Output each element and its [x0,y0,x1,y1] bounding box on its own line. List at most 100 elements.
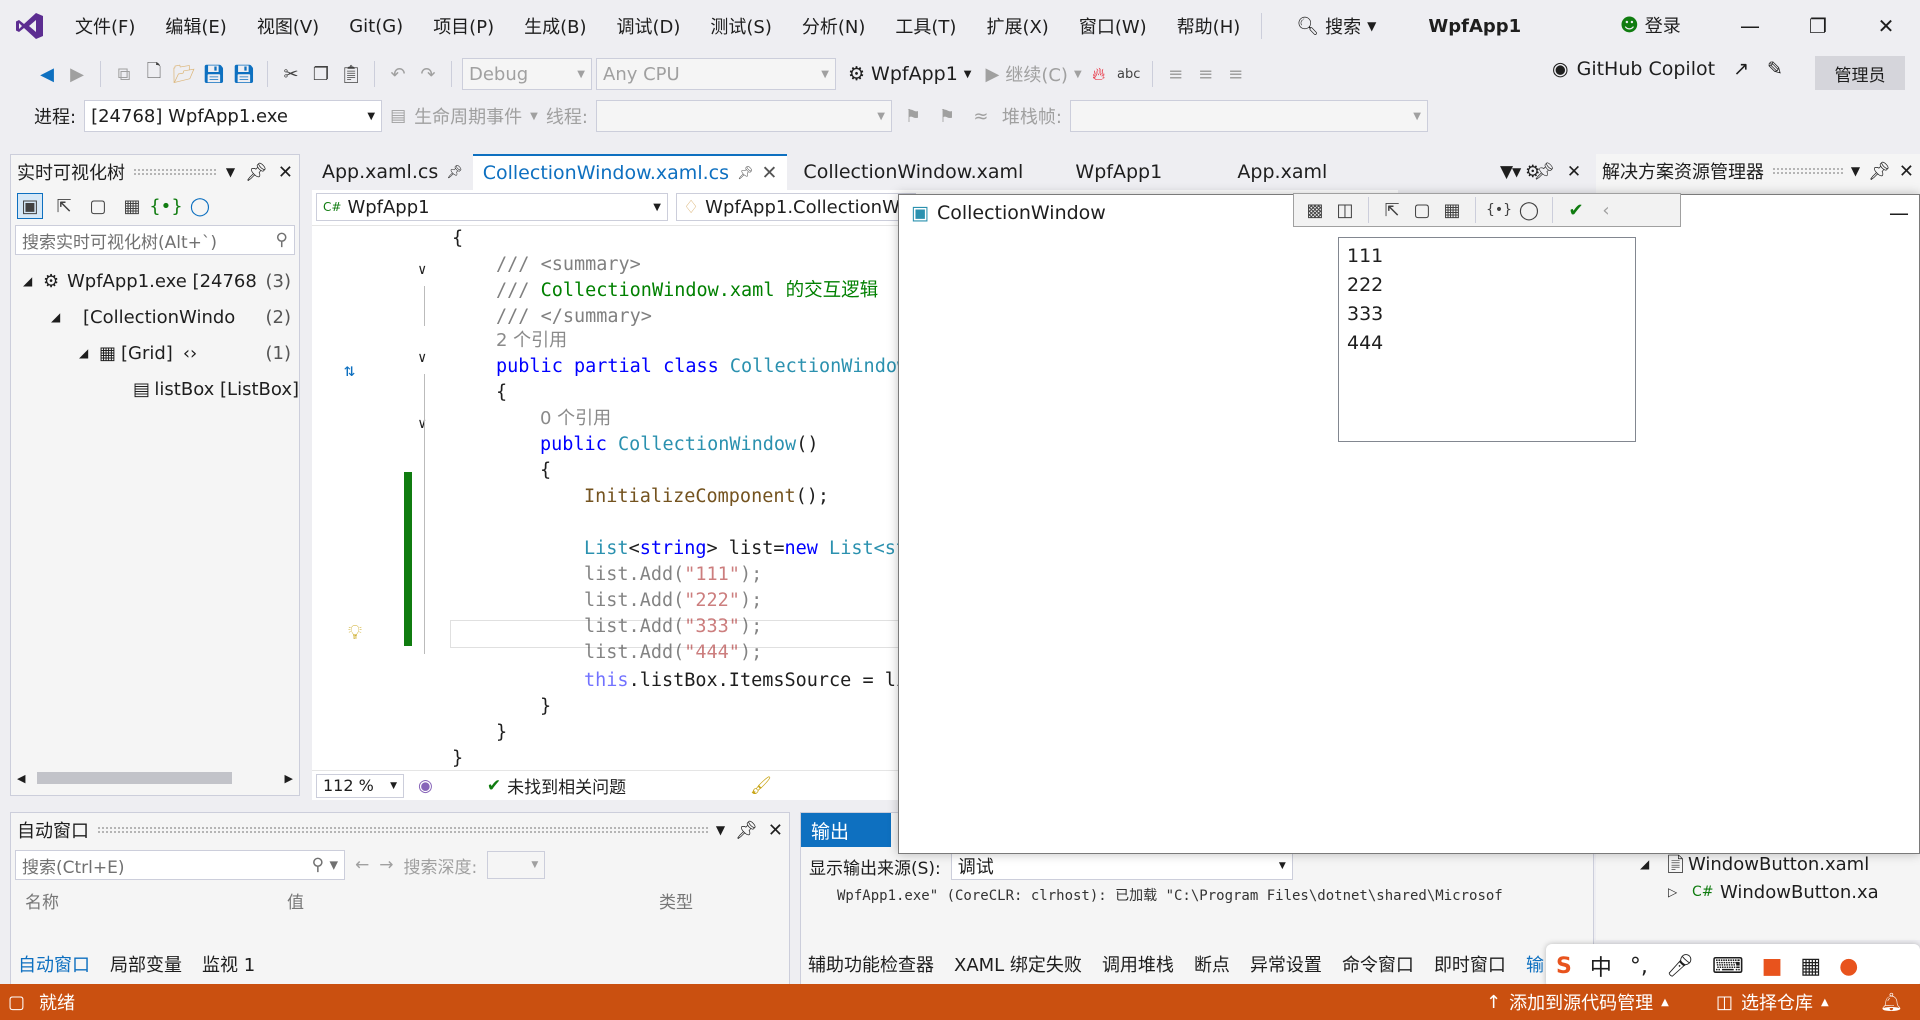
horizontal-scrollbar[interactable]: ◀ ▶ [17,769,293,787]
list-item[interactable]: 222 [1347,271,1627,300]
hot-reload-icon[interactable]: 🔥︎ [1086,61,1112,87]
indent-icon[interactable]: ≡ [1163,61,1189,87]
code-lens-references[interactable]: 2 个引用 [496,328,567,354]
vs-logo-icon[interactable] [0,0,60,52]
track-focus-icon[interactable]: ▦ [119,193,145,219]
collapse-icon[interactable]: ∨ [418,262,426,278]
tab-watch-1[interactable]: 监视 1 [202,951,255,977]
cleanup-brush-icon[interactable]: 🖌︎ [750,776,772,796]
close-icon[interactable]: ✕ [1899,161,1914,182]
tab-exception-settings[interactable]: 异常设置 [1250,951,1322,977]
binding-icon[interactable]: {•} [1486,197,1512,223]
live-visual-tree-icon[interactable]: ▩ [1302,197,1328,223]
accessibility-icon[interactable]: ◯ [187,193,213,219]
drag-grip[interactable] [1772,167,1843,175]
close-icon[interactable]: ✕ [278,162,293,183]
add-to-source-control-button[interactable]: ↑ 添加到源代码管理 ▲ [1486,989,1669,1015]
new-project-icon[interactable]: ⧉ [111,61,137,87]
expand-arrow-icon[interactable]: ◢ [79,346,99,360]
save-all-icon[interactable]: 💾︎ [231,61,257,87]
menu-build[interactable]: 生成(B) [509,0,601,52]
tree-node[interactable]: ◢ [CollectionWindo (2) [11,299,299,335]
open-folder-icon[interactable]: 📂︎ [171,61,197,87]
layout-adorner-icon[interactable]: ▢ [1409,197,1435,223]
menu-analyze[interactable]: 分析(N) [787,0,881,52]
tab-command-window[interactable]: 命令窗口 [1342,951,1414,977]
issues-status[interactable]: 未找到相关问题 [507,773,626,798]
close-icon[interactable]: ✕ [762,162,778,184]
scroll-right-icon[interactable]: ▶ [285,772,293,785]
xaml-source-icon[interactable]: ‹› [183,343,197,364]
minimize-icon[interactable]: — [1716,0,1784,52]
camera-icon[interactable]: ◫ [1332,197,1358,223]
list-item[interactable]: 444 [1347,329,1627,358]
tab-breakpoints[interactable]: 断点 [1194,951,1230,977]
tab-collectionwindow-xaml[interactable]: CollectionWindow.xaml [787,154,1065,190]
menu-extensions[interactable]: 扩展(X) [971,0,1063,52]
copilot-status-icon[interactable]: ◉ [418,776,433,796]
lifecycle-events-label[interactable]: 生命周期事件 [414,103,522,129]
startup-project-button[interactable]: ⚙ WpfApp1 ▼ [848,63,972,85]
menu-edit[interactable]: 编辑(E) [150,0,241,52]
scroll-thumb[interactable] [37,772,233,784]
select-element-icon[interactable]: ▣ [17,193,43,219]
collapse-icon[interactable]: ∨ [418,350,426,366]
layout-adorner-icon[interactable]: ▢ [85,193,111,219]
tab-immediate-window[interactable]: 即时窗口 [1434,951,1506,977]
search-button[interactable]: 🔍︎ 搜索 ▼ [1284,13,1388,39]
tree-node[interactable]: ▤ listBox [ListBox] [11,371,299,407]
pin-icon[interactable]: 📌︎ [1533,162,1555,182]
binding-icon[interactable]: {•} [149,193,183,219]
search-depth-select[interactable]: ▼ [487,851,546,879]
project-nav-select[interactable]: C# WpfApp1 ▼ [316,193,668,221]
list-item[interactable]: 333 [1347,300,1627,329]
chevron-down-icon[interactable]: ▼ [226,165,235,179]
platform-select[interactable]: Any CPU ▼ [596,58,836,90]
solution-item[interactable]: ▷ C# WindowButton.xa [1596,878,1920,906]
expand-arrow-icon[interactable]: ◢ [23,274,43,288]
chevron-down-icon[interactable]: ▼ [1851,164,1860,178]
code-lens-references[interactable]: 0 个引用 [540,406,611,432]
search-forward-icon[interactable]: → [379,855,393,875]
pin-icon[interactable]: 📌︎ [446,165,463,180]
flag-icon[interactable]: ⚑ [900,103,926,129]
admin-badge[interactable]: 管理员 [1815,56,1905,90]
select-repository-button[interactable]: ◫ 选择仓库 ▲ [1716,989,1829,1015]
derived-types-icon[interactable]: ⇅ [344,360,355,381]
tab-call-stack[interactable]: 调用堆栈 [1102,951,1174,977]
sogou-logo-icon[interactable]: S [1556,954,1572,979]
output-source-select[interactable]: 调试 ▼ [950,852,1293,880]
cut-icon[interactable]: ✂ [278,61,304,87]
track-focus-icon[interactable]: ▦ [1439,197,1465,223]
outdent-icon[interactable]: ≡ [1193,61,1219,87]
notification-bell-icon[interactable]: 🔔︎ [1880,992,1903,1013]
menu-window[interactable]: 窗口(W) [1064,0,1162,52]
undo-icon[interactable]: ↶ [385,61,411,87]
save-icon[interactable]: 💾︎ [201,61,227,87]
column-header-name[interactable]: 名称 [25,888,287,913]
mascot-icon[interactable]: ● [1839,954,1858,979]
expand-arrow-icon[interactable]: ▷ [1668,885,1692,899]
column-header-value[interactable]: 值 [287,888,659,913]
menu-view[interactable]: 视图(V) [242,0,334,52]
tab-app-xaml[interactable]: App.xaml [1227,154,1367,190]
microphone-icon[interactable]: 🎤︎ [1666,954,1694,979]
tab-app-xaml-cs[interactable]: App.xaml.cs 📌︎ [312,154,473,190]
paste-icon[interactable]: 📋︎ [338,61,364,87]
apps-grid-icon[interactable]: ▦ [1800,954,1821,979]
expand-arrow-icon[interactable]: ◢ [1640,857,1664,871]
skin-icon[interactable]: ■ [1762,954,1783,979]
tab-accessibility-checker[interactable]: 辅助功能检查器 [808,951,934,977]
share-icon[interactable]: ↗ [1733,58,1749,80]
zoom-select[interactable]: 112 % ▼ [316,773,404,798]
tree-node[interactable]: ◢ ⚙ WpfApp1.exe [24768 (3) [11,263,299,299]
configuration-select[interactable]: Debug ▼ [462,58,592,90]
menu-file[interactable]: 文件(F) [60,0,150,52]
comment-icon[interactable]: ≡ [1223,61,1249,87]
search-back-icon[interactable]: ← [355,855,369,875]
punctuation-icon[interactable]: °, [1630,954,1648,979]
accessibility-icon[interactable]: ◯ [1516,197,1542,223]
autos-search-input[interactable]: 搜索(Ctrl+E) ⚲ ▾ [15,850,345,880]
menu-git[interactable]: Git(G) [334,0,418,52]
continue-button[interactable]: ▶ 继续(C) ▼ [986,61,1082,87]
